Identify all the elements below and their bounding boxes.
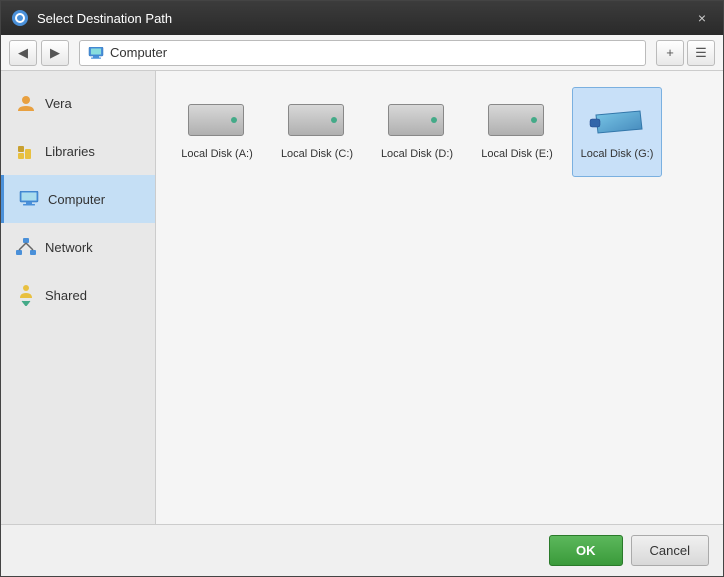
disk-label-a: Local Disk (A:) (181, 148, 253, 160)
dialog-title: Select Destination Path (37, 11, 691, 26)
sidebar-label-shared: Shared (45, 288, 87, 303)
sidebar-item-network[interactable]: Network (1, 223, 155, 271)
user-icon (15, 92, 37, 114)
disk-item-d[interactable]: Local Disk (D:) (372, 87, 462, 177)
sidebar-item-computer[interactable]: Computer (1, 175, 155, 223)
disk-item-c[interactable]: Local Disk (C:) (272, 87, 362, 177)
computer-breadcrumb-icon (88, 47, 104, 59)
hdd-icon-d (388, 104, 446, 142)
computer-icon (18, 188, 40, 210)
usb-icon-g (588, 104, 646, 142)
main-content: Vera Libraries (1, 71, 723, 524)
breadcrumb-text: Computer (110, 45, 167, 60)
title-bar: Select Destination Path × (1, 1, 723, 35)
disk-item-g[interactable]: Local Disk (G:) (572, 87, 662, 177)
disk-label-c: Local Disk (C:) (281, 148, 353, 160)
close-button[interactable]: × (691, 7, 713, 29)
breadcrumb: Computer (79, 40, 646, 66)
disk-item-e[interactable]: Local Disk (E:) (472, 87, 562, 177)
library-icon (15, 140, 37, 162)
cancel-button[interactable]: Cancel (631, 535, 709, 566)
hdd-icon-a (188, 104, 246, 142)
sidebar-label-libraries: Libraries (45, 144, 95, 159)
disk-label-d: Local Disk (D:) (381, 148, 453, 160)
sidebar-item-vera[interactable]: Vera (1, 79, 155, 127)
footer: OK Cancel (1, 524, 723, 576)
disk-label-e: Local Disk (E:) (481, 148, 553, 160)
sidebar-item-shared[interactable]: Shared (1, 271, 155, 319)
sidebar-item-libraries[interactable]: Libraries (1, 127, 155, 175)
sidebar-label-vera: Vera (45, 96, 72, 111)
toolbar-right-buttons: + ☰ (656, 40, 715, 66)
network-icon (15, 236, 37, 258)
sidebar: Vera Libraries (1, 71, 156, 524)
forward-button[interactable]: ▶ (41, 40, 69, 66)
dialog: Select Destination Path × ◀ ▶ Computer +… (0, 0, 724, 577)
toolbar: ◀ ▶ Computer + ☰ (1, 35, 723, 71)
new-folder-button[interactable]: + (656, 40, 684, 66)
app-icon (11, 9, 29, 27)
sidebar-label-computer: Computer (48, 192, 105, 207)
hdd-icon-e (488, 104, 546, 142)
hdd-icon-c (288, 104, 346, 142)
sidebar-label-network: Network (45, 240, 93, 255)
ok-button[interactable]: OK (549, 535, 623, 566)
disk-item-a[interactable]: Local Disk (A:) (172, 87, 262, 177)
file-area: Local Disk (A:) Local Disk (C:) Lo (156, 71, 723, 524)
disk-label-g: Local Disk (G:) (581, 148, 654, 160)
back-button[interactable]: ◀ (9, 40, 37, 66)
shared-icon (15, 284, 37, 306)
view-button[interactable]: ☰ (687, 40, 715, 66)
